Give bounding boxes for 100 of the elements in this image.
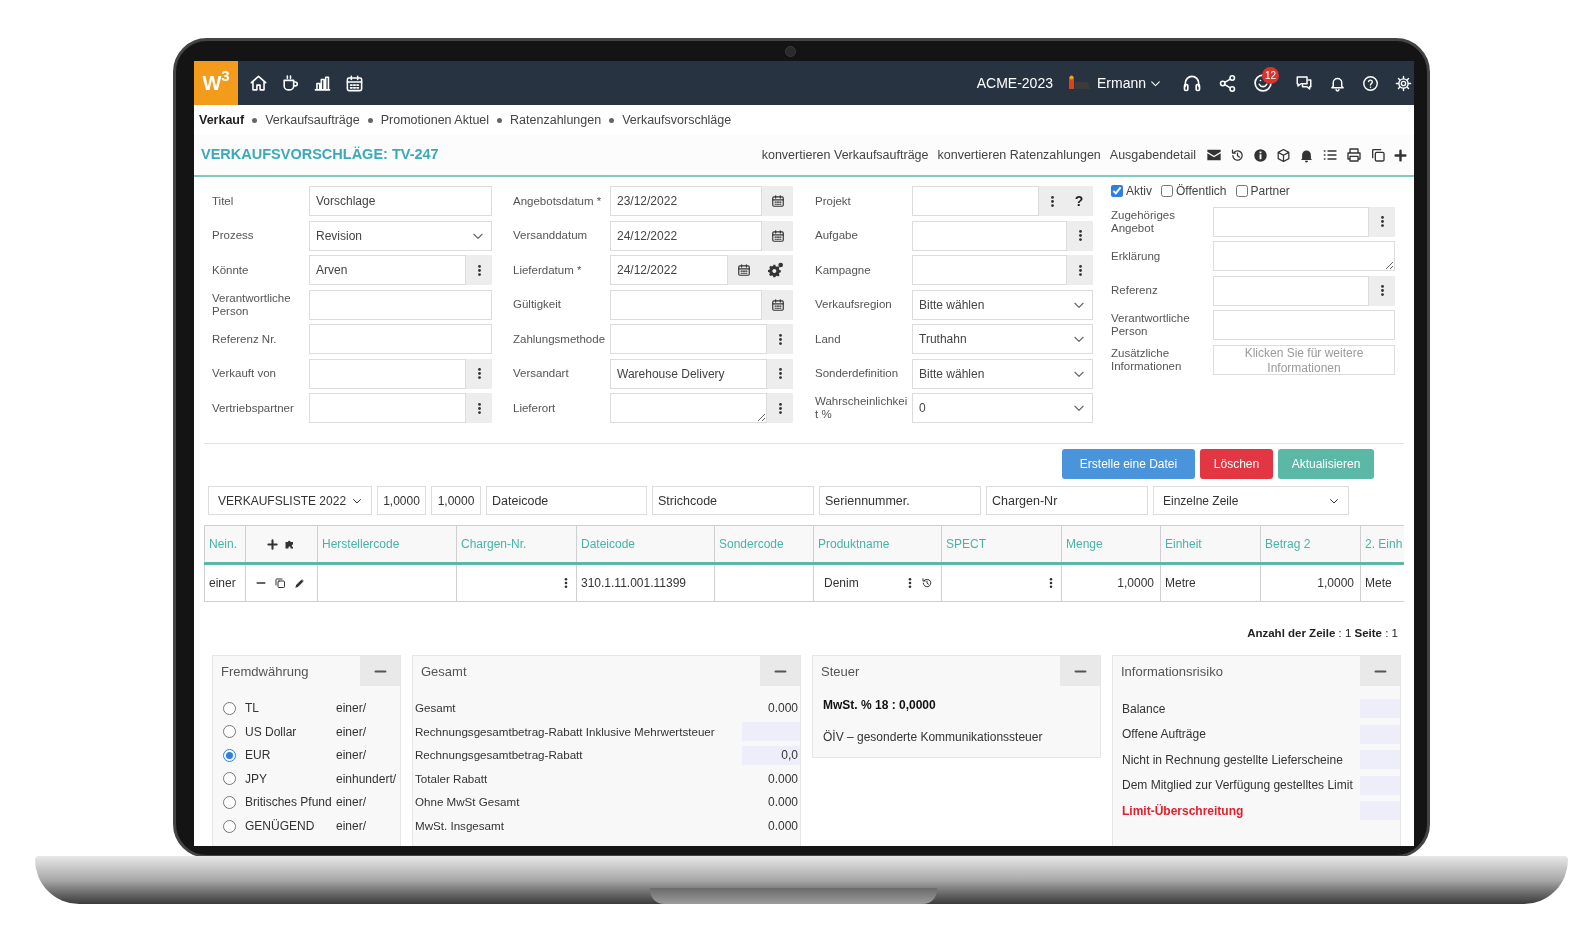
filter-field[interactable]: Strichcode xyxy=(652,486,814,515)
dropdown[interactable]: Bitte wählen xyxy=(912,358,1093,389)
calendar-icon[interactable] xyxy=(345,73,364,93)
collapse-button[interactable] xyxy=(360,656,400,687)
input-field[interactable]: Vorschlage xyxy=(309,186,492,216)
dropdown[interactable]: 0 xyxy=(912,393,1093,423)
copy-icon[interactable] xyxy=(1370,147,1386,163)
bar-chart-icon[interactable] xyxy=(313,73,332,93)
field-button[interactable] xyxy=(1039,186,1065,216)
input-field[interactable] xyxy=(309,393,466,423)
help-button[interactable]: ? xyxy=(1065,186,1093,216)
radio-button[interactable] xyxy=(223,748,236,762)
company-name[interactable]: ACME-2023 xyxy=(976,72,1053,94)
filter-field[interactable]: Dateicode xyxy=(486,486,647,515)
input-field[interactable]: Warehouse Delivery xyxy=(610,358,767,389)
number-field[interactable]: 1,0000 xyxy=(431,486,481,515)
input-field[interactable] xyxy=(912,255,1067,285)
dropdown[interactable]: VERKAUFSLISTE 2022 xyxy=(208,486,372,515)
input-field[interactable]: 24/12/2022 xyxy=(610,220,762,251)
breadcrumb-link[interactable]: Verkaufsaufträge xyxy=(265,110,360,130)
avatar-icon[interactable] xyxy=(1066,75,1091,91)
input-field[interactable]: 24/12/2022 xyxy=(610,255,728,285)
input-field[interactable] xyxy=(1213,310,1395,340)
field-button[interactable] xyxy=(759,255,793,285)
field-button[interactable] xyxy=(767,358,793,389)
cup-icon[interactable] xyxy=(281,73,300,93)
checkbox[interactable] xyxy=(1161,185,1173,197)
input-field[interactable] xyxy=(610,289,762,320)
field-button[interactable] xyxy=(1369,206,1395,237)
field-button[interactable] xyxy=(762,186,793,216)
dropdown[interactable]: Revision xyxy=(309,220,492,251)
breadcrumb-link[interactable]: Verkauf xyxy=(199,110,245,130)
copy-icon[interactable] xyxy=(274,577,286,589)
printer-icon[interactable] xyxy=(1346,147,1362,163)
user-menu[interactable]: Ermann xyxy=(1096,72,1162,94)
settings-icon[interactable] xyxy=(1395,74,1412,92)
checkbox[interactable] xyxy=(1111,185,1123,197)
action-button[interactable]: Löschen xyxy=(1200,449,1273,479)
collapse-button[interactable] xyxy=(760,656,800,687)
dropdown[interactable]: Bitte wählen xyxy=(912,289,1093,320)
dropdown[interactable]: Truthahn xyxy=(912,324,1093,354)
breadcrumb-link[interactable]: Promotionen Aktuel xyxy=(380,110,490,130)
history-icon[interactable] xyxy=(1230,147,1245,163)
total-value: 0.000 xyxy=(767,794,799,811)
action-link[interactable]: konvertieren Ratenzahlungen xyxy=(937,145,1101,165)
share-icon[interactable] xyxy=(1218,73,1237,93)
total-label: Rechnungsgesamtbetrag-Rabatt xyxy=(415,747,583,764)
input-field[interactable] xyxy=(309,289,492,320)
action-link[interactable]: konvertieren Verkaufsaufträge xyxy=(761,145,929,165)
field-button[interactable] xyxy=(728,255,759,285)
home-icon[interactable] xyxy=(249,73,268,93)
input-field[interactable]: Arven xyxy=(309,255,466,285)
collapse-button[interactable] xyxy=(1060,656,1100,687)
radio-button[interactable] xyxy=(223,725,236,739)
help-icon[interactable] xyxy=(1362,74,1379,92)
input-field[interactable] xyxy=(912,186,1039,216)
plus-icon[interactable] xyxy=(267,538,278,550)
input-field[interactable] xyxy=(610,324,767,354)
field-button[interactable] xyxy=(466,358,492,389)
info-icon[interactable] xyxy=(1253,147,1268,163)
puzzle-icon[interactable] xyxy=(284,538,296,550)
filter-field[interactable]: Chargen-Nr xyxy=(986,486,1148,515)
input-field[interactable] xyxy=(309,324,492,354)
input-field[interactable] xyxy=(912,220,1067,251)
plus-icon[interactable] xyxy=(1394,148,1407,162)
history-icon[interactable] xyxy=(921,577,933,589)
filter-field[interactable]: Seriennummer. xyxy=(819,486,981,515)
field-button[interactable] xyxy=(762,220,793,251)
field-button[interactable] xyxy=(767,393,793,423)
input-field[interactable]: 23/12/2022 xyxy=(610,186,762,216)
checkbox[interactable] xyxy=(1235,185,1248,197)
action-link[interactable]: Ausgabendetail xyxy=(1109,145,1196,165)
pencil-icon[interactable] xyxy=(294,577,305,589)
breadcrumb-link[interactable]: Ratenzahlungen xyxy=(510,110,602,130)
dropdown[interactable]: Einzelne Zeile xyxy=(1153,486,1349,515)
currency-label: TL xyxy=(245,700,260,718)
field-button[interactable] xyxy=(1369,275,1395,306)
chat-icon[interactable] xyxy=(1295,74,1313,92)
number-field[interactable]: 1,0000 xyxy=(377,486,426,515)
breadcrumb-link[interactable]: Verkaufsvorschläge xyxy=(622,110,732,130)
calendar-icon xyxy=(770,297,785,312)
radio-button[interactable] xyxy=(223,772,236,786)
notification-badge: 12 xyxy=(1262,67,1280,84)
radio-button[interactable] xyxy=(223,819,236,833)
field-button[interactable] xyxy=(1067,220,1093,251)
cube-icon[interactable] xyxy=(1276,147,1291,163)
list-icon[interactable] xyxy=(1322,147,1338,163)
envelope-icon[interactable] xyxy=(1206,147,1222,163)
input-field[interactable] xyxy=(1213,275,1369,306)
input-field[interactable] xyxy=(1213,206,1369,237)
field-button[interactable] xyxy=(762,289,793,320)
field-button[interactable] xyxy=(767,324,793,354)
field-button[interactable] xyxy=(466,255,492,285)
input-field[interactable] xyxy=(309,358,466,389)
collapse-button[interactable] xyxy=(1360,656,1400,687)
radio-button[interactable] xyxy=(223,701,236,715)
headset-icon[interactable] xyxy=(1182,73,1202,93)
field-button[interactable] xyxy=(1067,255,1093,285)
radio-button[interactable] xyxy=(223,795,236,809)
field-button[interactable] xyxy=(466,393,492,423)
